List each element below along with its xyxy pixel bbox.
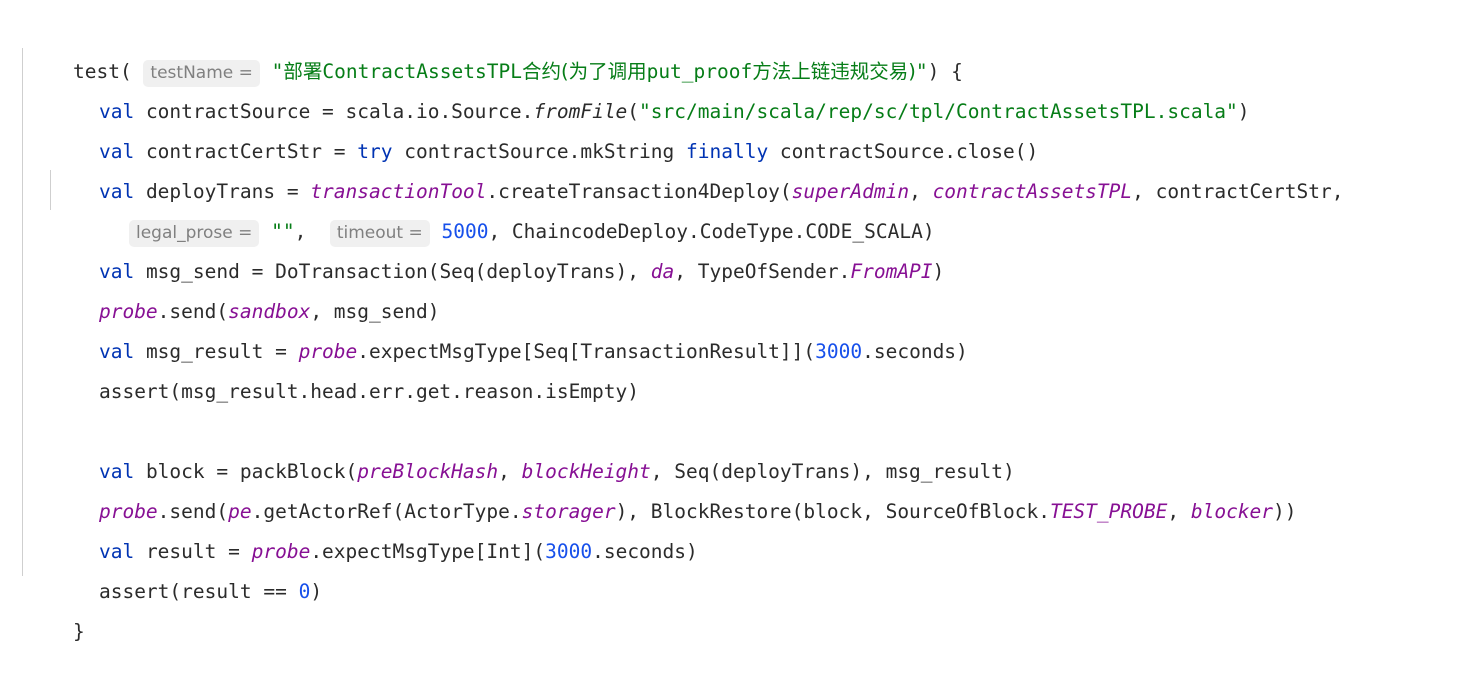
code-editor-viewport[interactable]: test( testName = "部署ContractAssetsTPL合约(…	[0, 0, 1460, 643]
code-line[interactable]: probe.send(pe.getActorRef(ActorType.stor…	[0, 452, 1460, 523]
code-line[interactable]: val msg_result = probe.expectMsgType[Seq…	[0, 292, 1460, 363]
code-line[interactable]: val result = probe.expectMsgType[Int](30…	[0, 492, 1460, 563]
code-line[interactable]: val contractSource = scala.io.Source.fro…	[0, 52, 1460, 123]
code-line[interactable]: legal_prose = "", timeout = 5000, Chainc…	[0, 172, 1460, 247]
code-line-blank[interactable]	[0, 372, 1460, 412]
token-closing-brace: }	[72, 620, 85, 643]
code-line[interactable]: val msg_send = DoTransaction(Seq(deployT…	[0, 212, 1460, 283]
code-line[interactable]: val block = packBlock(preBlockHash, bloc…	[0, 412, 1460, 483]
code-line[interactable]: val deployTrans = transactionTool.create…	[0, 132, 1460, 203]
code-line[interactable]: val contractCertStr = try contractSource…	[0, 92, 1460, 163]
code-line[interactable]: }	[0, 572, 1460, 643]
code-line[interactable]: assert(result == 0)	[0, 532, 1460, 603]
code-line[interactable]: test( testName = "部署ContractAssetsTPL合约(…	[0, 12, 1460, 87]
code-line[interactable]: probe.send(sandbox, msg_send)	[0, 252, 1460, 323]
code-line[interactable]: assert(msg_result.head.err.get.reason.is…	[0, 332, 1460, 403]
